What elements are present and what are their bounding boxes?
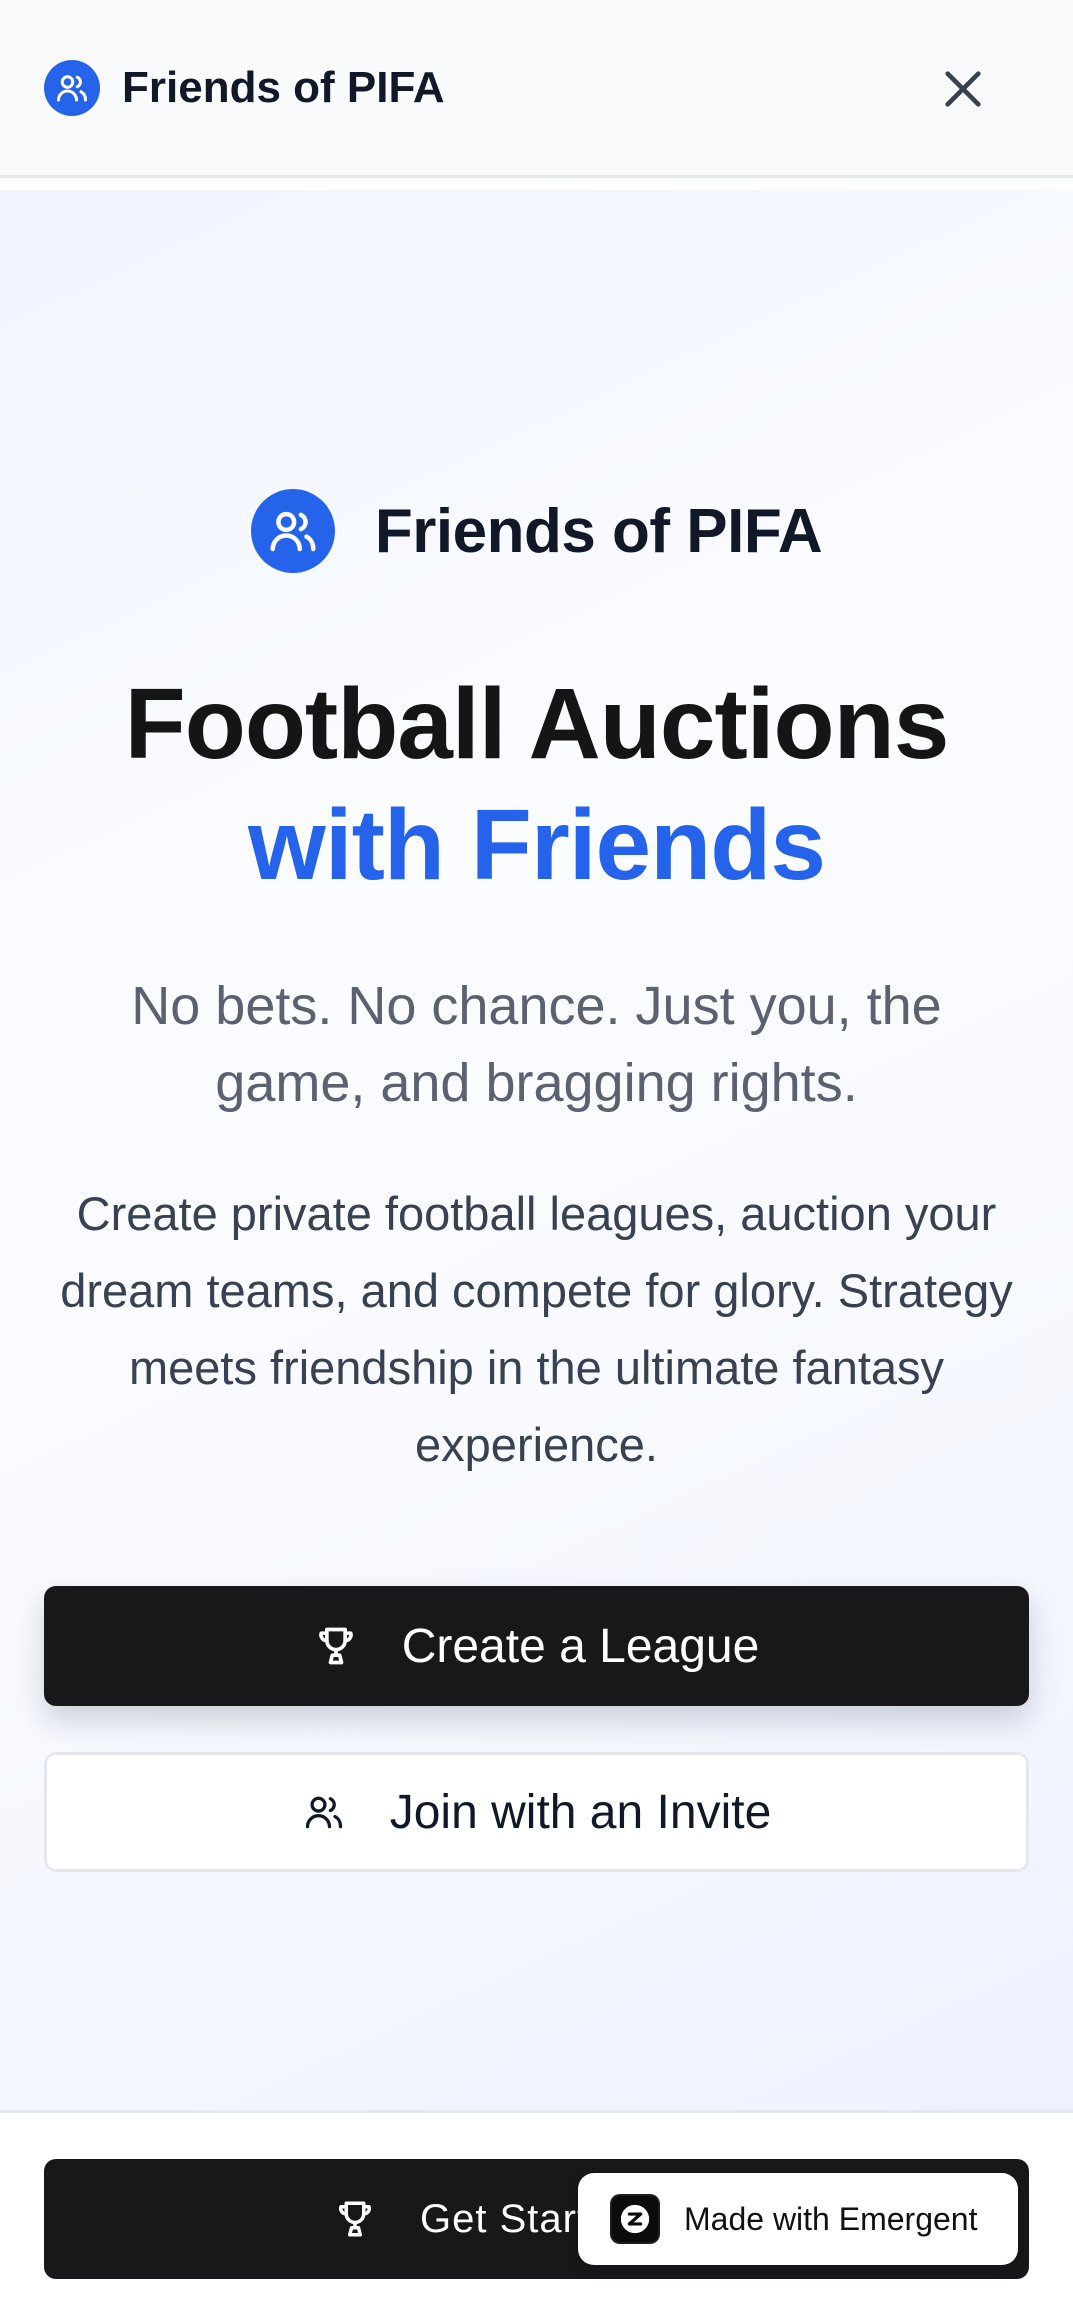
users-icon xyxy=(44,60,100,116)
tagline: No bets. No chance. Just you, the game, … xyxy=(131,976,942,1113)
emergent-logo-icon xyxy=(610,2194,660,2244)
brand-lockup: Friends of PIFA xyxy=(0,486,1073,576)
headline-line-2: with Friends xyxy=(248,789,826,901)
users-icon xyxy=(305,1796,342,1829)
join-invite-button[interactable]: Join with an Invite xyxy=(44,1752,1029,1872)
brand-title: Friends of PIFA xyxy=(374,496,823,566)
made-with-emergent-badge[interactable]: Made with Emergent xyxy=(578,2173,1018,2265)
headline-line-1: Football Auctions xyxy=(124,668,950,780)
create-league-button[interactable]: Create a League xyxy=(44,1586,1029,1706)
trophy-icon xyxy=(338,2201,372,2237)
close-button[interactable] xyxy=(930,56,996,122)
join-invite-label: Join with an Invite xyxy=(389,1785,772,1839)
app-title: Friends of PIFA xyxy=(122,63,445,112)
create-league-label: Create a League xyxy=(401,1619,760,1673)
description: Create private football leagues, auction… xyxy=(60,1187,1013,1471)
top-header: Friends of PIFA xyxy=(0,0,1073,178)
close-icon xyxy=(945,71,981,107)
trophy-icon xyxy=(318,1627,353,1665)
users-icon xyxy=(250,489,335,573)
page: Friends of PIFA Friends of PIFA Football… xyxy=(0,0,1073,2321)
made-with-emergent-label: Made with Emergent xyxy=(684,2200,978,2237)
